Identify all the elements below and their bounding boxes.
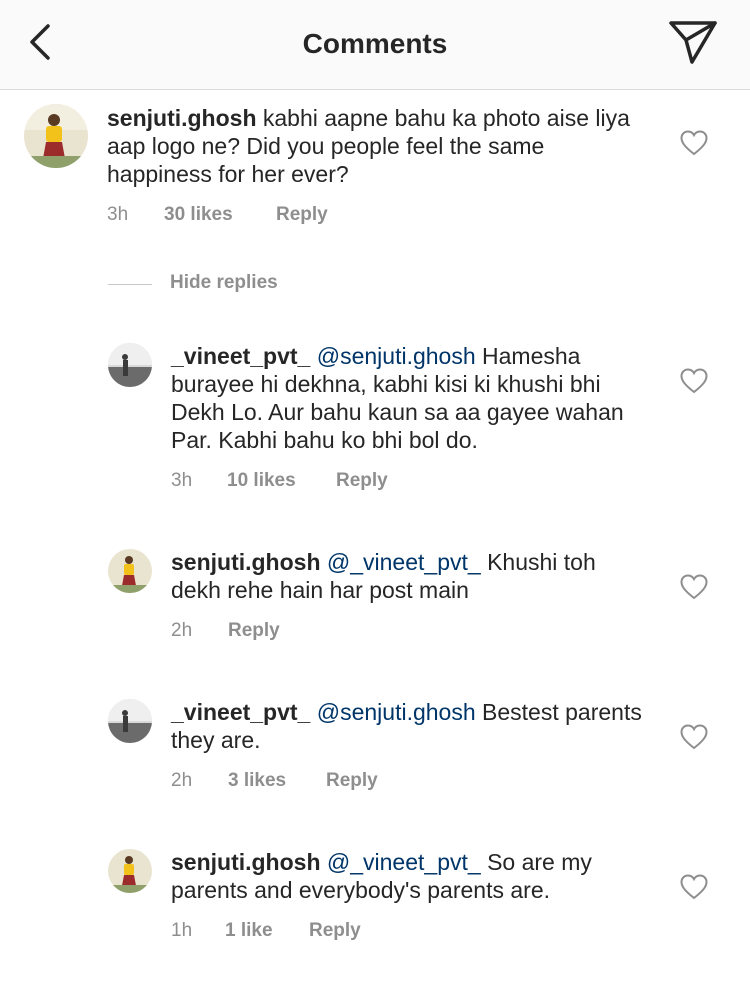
comment-time: 2h bbox=[171, 620, 193, 641]
avatar[interactable] bbox=[108, 549, 152, 593]
like-button[interactable] bbox=[680, 574, 708, 600]
comment-time: 2h bbox=[171, 770, 193, 791]
mention-link[interactable]: @senjuti.ghosh bbox=[317, 343, 476, 369]
like-button[interactable] bbox=[680, 130, 708, 156]
comment-meta: 2h 3 likes Reply bbox=[171, 770, 471, 794]
divider bbox=[108, 284, 152, 285]
reply-button[interactable]: Reply bbox=[276, 204, 328, 226]
comment-username[interactable]: _vineet_pvt_ bbox=[171, 699, 310, 725]
reply-text: senjuti.ghosh @_vineet_pvt_ Khushi toh d… bbox=[171, 548, 651, 604]
heart-icon bbox=[680, 874, 708, 900]
reply-button[interactable]: Reply bbox=[326, 770, 378, 792]
comment-username[interactable]: senjuti.ghosh bbox=[107, 105, 257, 131]
comment-username[interactable]: senjuti.ghosh bbox=[171, 549, 321, 575]
share-button[interactable] bbox=[666, 18, 720, 68]
comments-header: Comments bbox=[0, 0, 750, 90]
reply-text: _vineet_pvt_ @senjuti.ghosh Hamesha bura… bbox=[171, 342, 651, 454]
comment-likes[interactable]: 3 likes bbox=[228, 770, 286, 792]
heart-icon bbox=[680, 724, 708, 750]
comment-meta: 3h 30 likes Reply bbox=[107, 204, 407, 228]
page-title: Comments bbox=[302, 28, 448, 59]
comment-time: 3h bbox=[107, 204, 129, 225]
reply-text: _vineet_pvt_ @senjuti.ghosh Bestest pare… bbox=[171, 698, 651, 754]
comment-time: 3h bbox=[171, 470, 193, 491]
comment-username[interactable]: _vineet_pvt_ bbox=[171, 343, 310, 369]
avatar[interactable] bbox=[108, 343, 152, 387]
comment-meta: 2h Reply bbox=[171, 620, 471, 644]
avatar[interactable] bbox=[108, 849, 152, 893]
comment-text: senjuti.ghosh kabhi aapne bahu ka photo … bbox=[107, 104, 647, 188]
avatar[interactable] bbox=[24, 104, 88, 168]
mention-link[interactable]: @senjuti.ghosh bbox=[317, 699, 476, 725]
comment-username[interactable]: senjuti.ghosh bbox=[171, 849, 321, 875]
comment-likes[interactable]: 30 likes bbox=[164, 204, 233, 226]
comment-likes[interactable]: 10 likes bbox=[227, 470, 296, 492]
mention-link[interactable]: @_vineet_pvt_ bbox=[327, 849, 481, 875]
heart-icon bbox=[680, 574, 708, 600]
reply-button[interactable]: Reply bbox=[228, 620, 280, 642]
like-button[interactable] bbox=[680, 724, 708, 750]
heart-icon bbox=[680, 368, 708, 394]
comment-likes[interactable]: 1 like bbox=[225, 920, 273, 942]
reply-text: senjuti.ghosh @_vineet_pvt_ So are my pa… bbox=[171, 848, 651, 904]
comment-meta: 1h 1 like Reply bbox=[171, 920, 471, 944]
mention-link[interactable]: @_vineet_pvt_ bbox=[327, 549, 481, 575]
paper-plane-icon bbox=[669, 21, 717, 64]
like-button[interactable] bbox=[680, 874, 708, 900]
heart-icon bbox=[680, 130, 708, 156]
avatar[interactable] bbox=[108, 699, 152, 743]
reply-button[interactable]: Reply bbox=[309, 920, 361, 942]
like-button[interactable] bbox=[680, 368, 708, 394]
comment-time: 1h bbox=[171, 920, 193, 941]
reply-button[interactable]: Reply bbox=[336, 470, 388, 492]
hide-replies-label[interactable]: Hide replies bbox=[170, 272, 278, 294]
comment-meta: 3h 10 likes Reply bbox=[171, 470, 471, 494]
